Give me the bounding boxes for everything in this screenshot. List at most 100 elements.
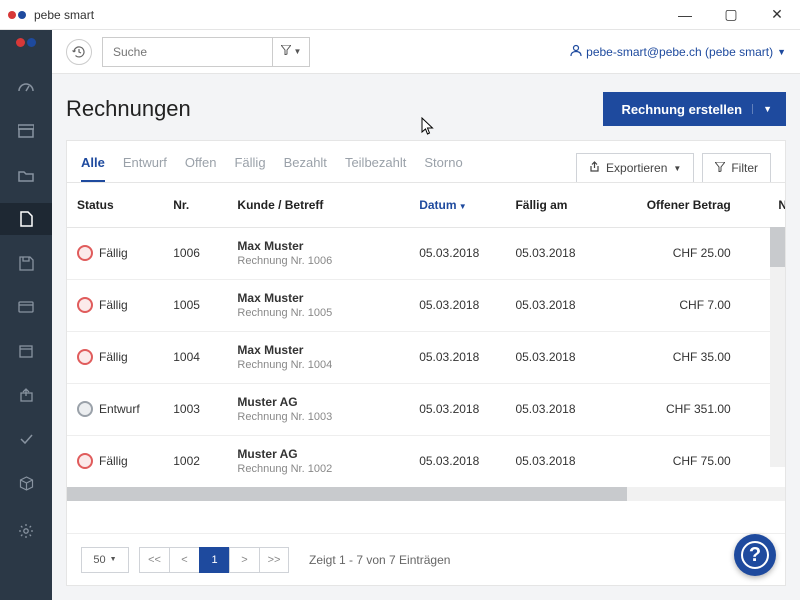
page-header: Rechnungen Rechnung erstellen ▼ bbox=[66, 92, 786, 126]
cell-betreff: Rechnung Nr. 1005 bbox=[237, 307, 399, 319]
funnel-icon bbox=[281, 45, 291, 58]
cell-nr: 1006 bbox=[163, 227, 227, 279]
card: Alle Entwurf Offen Fällig Bezahlt Teilbezahlt… bbox=[66, 140, 786, 586]
package-icon[interactable] bbox=[0, 467, 52, 499]
maximize-button[interactable]: ▢ bbox=[708, 0, 754, 30]
sidebar-logo-icon bbox=[16, 38, 36, 47]
status-icon bbox=[77, 245, 93, 261]
vertical-scrollbar[interactable] bbox=[770, 227, 785, 467]
save-icon[interactable] bbox=[0, 247, 52, 279]
pager-first[interactable]: << bbox=[139, 547, 169, 573]
document-icon[interactable] bbox=[0, 203, 52, 235]
filter-button[interactable]: Filter bbox=[702, 153, 771, 183]
table-row[interactable]: Entwurf1003Muster AGRechnung Nr. 100305.… bbox=[67, 383, 785, 435]
tab-alle[interactable]: Alle bbox=[81, 155, 105, 182]
folder-icon[interactable] bbox=[0, 159, 52, 191]
col-nr[interactable]: Nr. bbox=[163, 183, 227, 227]
cell-offen: CHF 25.00 bbox=[602, 227, 741, 279]
archive-icon[interactable] bbox=[0, 115, 52, 147]
user-label: pebe-smart@pebe.ch (pebe smart) bbox=[586, 45, 773, 59]
pager-current[interactable]: 1 bbox=[199, 547, 229, 573]
cell-nr: 1005 bbox=[163, 279, 227, 331]
table-row[interactable]: Fällig1004Max MusterRechnung Nr. 100405.… bbox=[67, 331, 785, 383]
cell-nr: 1004 bbox=[163, 331, 227, 383]
cell-faellig: 05.03.2018 bbox=[505, 227, 601, 279]
tab-bezahlt[interactable]: Bezahlt bbox=[284, 155, 327, 182]
export-icon[interactable] bbox=[0, 379, 52, 411]
minimize-button[interactable]: — bbox=[662, 0, 708, 30]
funnel-icon bbox=[715, 161, 725, 175]
user-icon bbox=[570, 44, 582, 60]
cell-kunde: Max Muster bbox=[237, 343, 399, 357]
gear-icon[interactable] bbox=[0, 515, 52, 547]
cell-datum: 05.03.2018 bbox=[409, 435, 505, 487]
col-netto[interactable]: Nettobet bbox=[741, 183, 785, 227]
cell-faellig: 05.03.2018 bbox=[505, 383, 601, 435]
user-menu[interactable]: pebe-smart@pebe.ch (pebe smart) ▼ bbox=[570, 44, 786, 60]
status-label: Fällig bbox=[99, 350, 128, 364]
help-button[interactable]: ? bbox=[734, 534, 776, 576]
create-invoice-label: Rechnung erstellen bbox=[621, 102, 742, 117]
card-icon[interactable] bbox=[0, 291, 52, 323]
window-title: pebe smart bbox=[34, 8, 94, 22]
col-kunde[interactable]: Kunde / Betreff bbox=[227, 183, 409, 227]
pager-next[interactable]: > bbox=[229, 547, 259, 573]
tab-offen[interactable]: Offen bbox=[185, 155, 217, 182]
status-label: Fällig bbox=[99, 246, 128, 260]
status-label: Entwurf bbox=[99, 402, 140, 416]
cell-nr: 1002 bbox=[163, 435, 227, 487]
col-status[interactable]: Status bbox=[67, 183, 163, 227]
table-scroll[interactable]: Status Nr. Kunde / Betreff Datum Fällig … bbox=[67, 182, 785, 533]
invoice-table: Status Nr. Kunde / Betreff Datum Fällig … bbox=[67, 183, 785, 487]
cell-datum: 05.03.2018 bbox=[409, 227, 505, 279]
titlebar: pebe smart — ▢ ✕ bbox=[0, 0, 800, 30]
search-filter-dropdown[interactable]: ▼ bbox=[272, 37, 310, 67]
export-button[interactable]: Exportieren ▼ bbox=[576, 153, 694, 183]
window-controls: — ▢ ✕ bbox=[662, 0, 800, 30]
tab-entwurf[interactable]: Entwurf bbox=[123, 155, 167, 182]
horizontal-scrollbar[interactable] bbox=[67, 487, 785, 501]
table-row[interactable]: Fällig1006Max MusterRechnung Nr. 100605.… bbox=[67, 227, 785, 279]
chevron-down-icon: ▼ bbox=[294, 47, 302, 56]
cell-offen: CHF 75.00 bbox=[602, 435, 741, 487]
cell-betreff: Rechnung Nr. 1004 bbox=[237, 359, 399, 371]
cell-faellig: 05.03.2018 bbox=[505, 435, 601, 487]
cell-faellig: 05.03.2018 bbox=[505, 279, 601, 331]
history-icon[interactable] bbox=[66, 39, 92, 65]
create-invoice-button[interactable]: Rechnung erstellen ▼ bbox=[603, 92, 786, 126]
close-button[interactable]: ✕ bbox=[754, 0, 800, 30]
table-row[interactable]: Fällig1002Muster AGRechnung Nr. 100205.0… bbox=[67, 435, 785, 487]
cell-kunde: Muster AG bbox=[237, 395, 399, 409]
tab-teilbezahlt[interactable]: Teilbezahlt bbox=[345, 155, 406, 182]
chevron-down-icon: ▼ bbox=[110, 556, 117, 563]
status-icon bbox=[77, 349, 93, 365]
dashboard-icon[interactable] bbox=[0, 71, 52, 103]
cell-offen: CHF 7.00 bbox=[602, 279, 741, 331]
cell-kunde: Muster AG bbox=[237, 447, 399, 461]
tabs: Alle Entwurf Offen Fällig Bezahlt Teilbezahlt… bbox=[81, 155, 463, 182]
page-title: Rechnungen bbox=[66, 96, 191, 122]
calendar-icon[interactable] bbox=[0, 335, 52, 367]
col-datum[interactable]: Datum bbox=[409, 183, 505, 227]
status-icon bbox=[77, 401, 93, 417]
col-faellig[interactable]: Fällig am bbox=[505, 183, 601, 227]
chevron-down-icon: ▼ bbox=[673, 164, 681, 173]
cell-datum: 05.03.2018 bbox=[409, 279, 505, 331]
page-size-select[interactable]: 50 ▼ bbox=[81, 547, 129, 573]
table-row[interactable]: Fällig1005Max MusterRechnung Nr. 100505.… bbox=[67, 279, 785, 331]
pager-last[interactable]: >> bbox=[259, 547, 289, 573]
check-icon[interactable] bbox=[0, 423, 52, 455]
cell-nr: 1003 bbox=[163, 383, 227, 435]
page-size-value: 50 bbox=[93, 554, 105, 566]
pager-prev[interactable]: < bbox=[169, 547, 199, 573]
tab-storno[interactable]: Storno bbox=[424, 155, 462, 182]
status-icon bbox=[77, 453, 93, 469]
chevron-down-icon: ▼ bbox=[752, 104, 772, 114]
pager: 50 ▼ << < 1 > >> Zeigt 1 - 7 von 7 Eintr… bbox=[67, 533, 785, 585]
col-offen[interactable]: Offener Betrag bbox=[602, 183, 741, 227]
search-input[interactable] bbox=[102, 37, 272, 67]
content: ▼ pebe-smart@pebe.ch (pebe smart) ▼ Rech… bbox=[52, 30, 800, 600]
pager-info: Zeigt 1 - 7 von 7 Einträgen bbox=[309, 553, 450, 567]
tab-fällig[interactable]: Fällig bbox=[234, 155, 265, 182]
status-icon bbox=[77, 297, 93, 313]
